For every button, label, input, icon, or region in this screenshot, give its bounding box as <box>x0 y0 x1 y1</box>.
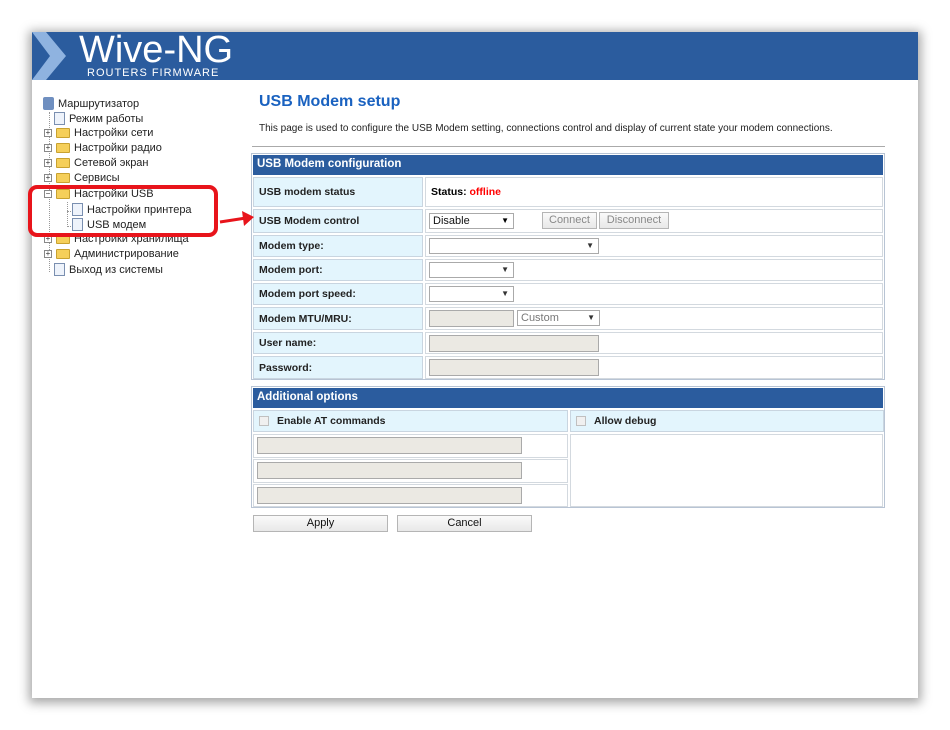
at-command-cell <box>253 434 568 458</box>
expand-icon[interactable]: + <box>44 174 52 182</box>
type-label: Modem type: <box>253 235 423 257</box>
enable-at-label: Enable AT commands <box>277 415 386 427</box>
header-banner: Wive-NG ROUTERS FIRMWARE <box>32 32 918 80</box>
logo-subtitle: ROUTERS FIRMWARE <box>87 67 220 79</box>
status-label: USB modem status <box>253 177 423 207</box>
mtu-cell: Custom ▼ <box>425 307 883 330</box>
sidebar-item-network[interactable]: + Настройки сети <box>44 127 153 139</box>
port-cell: ▼ <box>425 259 883 281</box>
port-label: Modem port: <box>253 259 423 281</box>
cancel-button[interactable]: Cancel <box>397 515 532 532</box>
at-command-cell <box>253 484 568 507</box>
at-command-input-2[interactable] <box>257 462 522 479</box>
sidebar-item-radio[interactable]: + Настройки радио <box>44 142 162 154</box>
page-title: USB Modem setup <box>259 93 401 110</box>
type-cell: ▼ <box>425 235 883 257</box>
speed-label: Modem port speed: <box>253 283 423 305</box>
folder-icon <box>56 128 70 138</box>
control-cell: Disable ▼ Connect Disconnect <box>425 209 883 233</box>
expand-icon[interactable]: + <box>44 250 52 258</box>
password-cell <box>425 356 883 379</box>
dropdown-arrow-icon: ▼ <box>501 289 509 298</box>
allow-debug-label: Allow debug <box>594 415 657 427</box>
additional-options-table: Additional options Enable AT commands Al… <box>251 386 885 508</box>
status-prefix: Status: <box>431 186 467 198</box>
sidebar-item-mode[interactable]: Режим работы <box>54 112 143 125</box>
select-value: Disable <box>433 215 470 227</box>
sidebar-item-firewall[interactable]: + Сетевой экран <box>44 157 149 169</box>
status-value: offline <box>469 186 502 198</box>
computer-icon <box>43 97 54 110</box>
status-cell: Status: offline <box>425 177 883 207</box>
speed-cell: ▼ <box>425 283 883 305</box>
dropdown-arrow-icon: ▼ <box>586 241 594 250</box>
modem-control-select[interactable]: Disable ▼ <box>429 213 514 229</box>
dropdown-arrow-icon: ▼ <box>501 265 509 274</box>
page-description: This page is used to configure the USB M… <box>259 123 833 134</box>
router-web-ui: Wive-NG ROUTERS FIRMWARE Маршрутизатор Р… <box>32 32 918 698</box>
logo-chevron-icon <box>32 32 66 80</box>
sidebar-item-admin[interactable]: + Администрирование <box>44 248 179 260</box>
expand-icon[interactable]: + <box>44 144 52 152</box>
document-icon <box>54 112 65 125</box>
sidebar-root-router[interactable]: Маршрутизатор <box>43 97 139 110</box>
highlight-annotation <box>28 185 218 237</box>
dropdown-arrow-icon: ▼ <box>501 216 509 225</box>
password-label: Password: <box>253 356 423 379</box>
select-value: Custom <box>521 312 559 324</box>
section-header: Additional options <box>253 388 883 408</box>
user-cell <box>425 332 883 354</box>
mtu-label: Modem MTU/MRU: <box>253 307 423 330</box>
disconnect-button[interactable]: Disconnect <box>599 212 669 229</box>
folder-icon <box>56 173 70 183</box>
mtu-input[interactable] <box>429 310 514 327</box>
folder-icon <box>56 249 70 259</box>
enable-at-header: Enable AT commands <box>253 410 568 432</box>
document-icon <box>54 263 65 276</box>
at-command-input-1[interactable] <box>257 437 522 454</box>
folder-icon <box>56 143 70 153</box>
control-label: USB Modem control <box>253 209 423 233</box>
modem-port-select[interactable]: ▼ <box>429 262 514 278</box>
at-command-input-3[interactable] <box>257 487 522 504</box>
usb-modem-config-table: USB Modem configuration USB modem status… <box>251 153 885 380</box>
modem-type-select[interactable]: ▼ <box>429 238 599 254</box>
modem-speed-select[interactable]: ▼ <box>429 286 514 302</box>
divider <box>252 146 885 147</box>
sidebar-item-logout[interactable]: Выход из системы <box>54 263 163 276</box>
allow-debug-header: Allow debug <box>570 410 884 432</box>
username-input[interactable] <box>429 335 599 352</box>
dropdown-arrow-icon: ▼ <box>587 313 595 322</box>
connect-button[interactable]: Connect <box>542 212 597 229</box>
expand-icon[interactable]: + <box>44 159 52 167</box>
allow-debug-checkbox[interactable] <box>576 416 586 426</box>
password-input[interactable] <box>429 359 599 376</box>
expand-icon[interactable]: + <box>44 129 52 137</box>
mtu-mode-select[interactable]: Custom ▼ <box>517 310 600 326</box>
enable-at-checkbox[interactable] <box>259 416 269 426</box>
section-header: USB Modem configuration <box>253 155 883 175</box>
sidebar-item-services[interactable]: + Сервисы <box>44 172 120 184</box>
logo-title: Wive-NG <box>79 32 234 71</box>
debug-cell <box>570 434 883 507</box>
user-label: User name: <box>253 332 423 354</box>
apply-button[interactable]: Apply <box>253 515 388 532</box>
arrow-annotation-icon <box>219 211 254 226</box>
at-command-cell <box>253 459 568 483</box>
folder-icon <box>56 158 70 168</box>
